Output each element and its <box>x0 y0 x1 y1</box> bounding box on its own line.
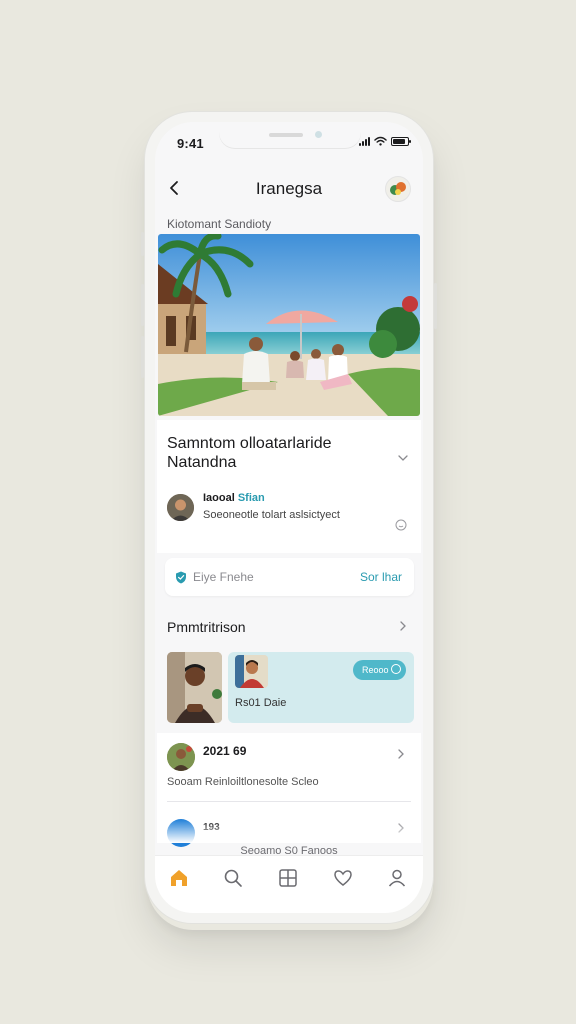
search-input[interactable]: Eiye Fnehe <box>193 570 254 584</box>
tile-thumbnail <box>235 655 268 688</box>
heart-icon[interactable] <box>331 866 355 890</box>
status-bar: 9:41 <box>155 122 423 162</box>
article-title: Samntom olloatarlaride Natandna <box>167 434 387 472</box>
notch <box>219 122 361 148</box>
comment-icon[interactable] <box>395 519 407 531</box>
person-photo <box>167 652 222 723</box>
power-button <box>434 283 437 329</box>
beach-photo <box>158 234 420 416</box>
phone-frame: 9:41 Iranegsa Kiotomant Sandioty Samntom… <box>144 111 434 924</box>
list-item-title[interactable]: 2021 69 <box>203 744 246 758</box>
battery-icon <box>391 136 411 146</box>
avatar-icon <box>167 743 195 771</box>
signal-icon <box>359 136 370 146</box>
person-tile[interactable] <box>167 652 222 723</box>
profile-icon[interactable] <box>385 866 409 890</box>
author-avatar[interactable] <box>167 494 194 521</box>
search-action-button[interactable]: Sor lhar <box>360 570 402 584</box>
page-title: Iranegsa <box>255 179 323 198</box>
tile-action-label: Reooo <box>362 665 389 675</box>
status-icons <box>359 136 411 146</box>
grid-icon[interactable] <box>276 866 300 890</box>
refresh-icon <box>391 664 401 674</box>
breadcrumb[interactable]: Kiotomant Sandioty <box>167 217 271 231</box>
list-item-description: Sooam Reinloiltlonesolte Scleo <box>167 776 319 788</box>
screen: 9:41 Iranegsa Kiotomant Sandioty Samntom… <box>155 122 423 913</box>
author-description: Soeoneotle tolart aslsictyect <box>203 509 340 521</box>
author-name-accent: Sfian <box>237 492 265 504</box>
hero-image[interactable] <box>158 234 420 416</box>
shield-icon <box>176 571 186 584</box>
divider <box>167 801 411 802</box>
speaker <box>269 133 303 137</box>
scroll-fade <box>157 819 421 843</box>
author-name[interactable]: Iaooal Sfian <box>203 492 265 504</box>
article-card[interactable]: Samntom olloatarlaride Natandna Iaooal S… <box>157 420 421 553</box>
status-time: 9:41 <box>177 136 204 151</box>
section-title: Pmmtritrison <box>167 619 246 635</box>
chevron-right-icon[interactable] <box>395 748 407 760</box>
author-name-prefix: Iaooal <box>203 492 238 504</box>
home-icon[interactable] <box>167 866 191 890</box>
search-icon[interactable] <box>221 866 245 890</box>
wifi-icon <box>374 136 387 146</box>
avatar-icon <box>390 182 406 195</box>
search-card[interactable]: Eiye Fnehe Sor lhar <box>165 558 414 596</box>
avatar-icon <box>167 494 194 521</box>
featured-tile[interactable]: Reooo Rs01 Daie <box>228 652 414 723</box>
row-avatar[interactable] <box>167 743 195 771</box>
chevron-down-icon[interactable] <box>397 452 409 464</box>
chevron-right-icon[interactable] <box>397 620 409 632</box>
activity-list: 2021 69 Sooam Reinloiltlonesolte Scleo 1… <box>157 733 421 847</box>
tab-bar <box>155 855 423 913</box>
tile-label: Rs01 Daie <box>235 697 287 709</box>
profile-avatar[interactable] <box>385 176 411 202</box>
article-title-line1: Samntom olloatarlaride <box>167 435 332 452</box>
article-title-line2: Natandna <box>167 454 237 471</box>
portrait-thumbnail <box>235 655 268 688</box>
front-camera <box>315 131 322 138</box>
nav-bar: Iranegsa <box>155 170 423 206</box>
tile-action-button[interactable]: Reooo <box>353 660 406 680</box>
